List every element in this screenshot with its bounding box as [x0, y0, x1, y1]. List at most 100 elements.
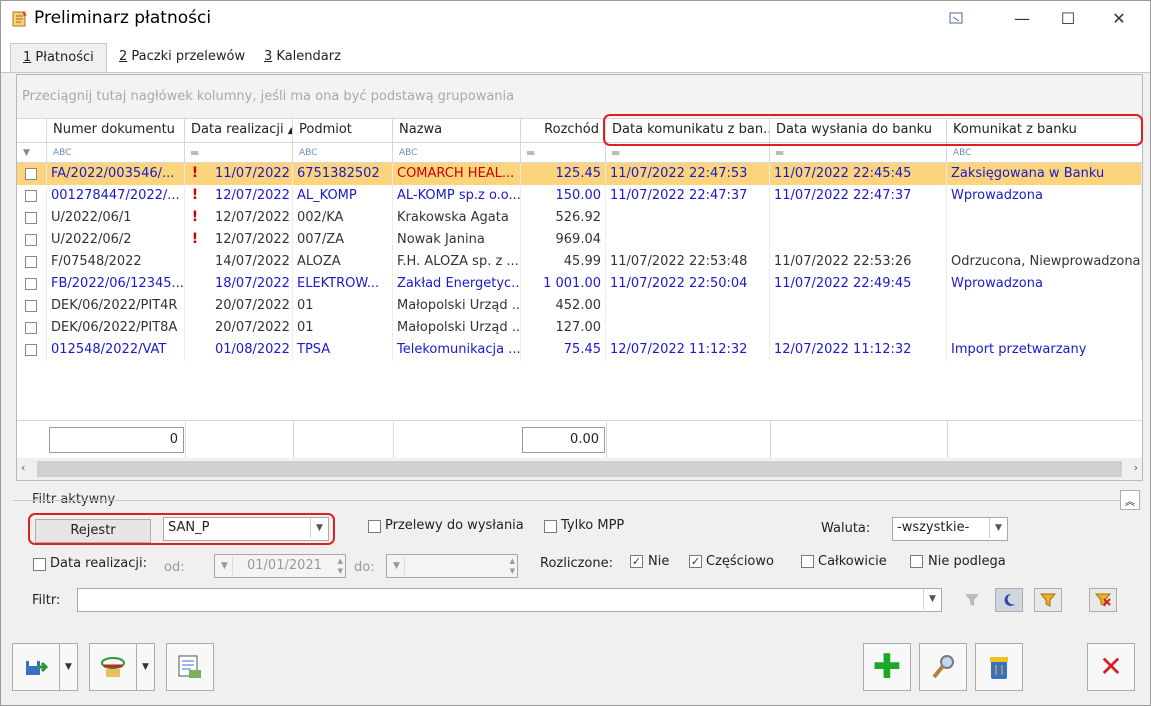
header-data-realizacji[interactable]: Data realizacji ▲	[185, 119, 293, 143]
export-dropdown[interactable]: ▼	[60, 643, 78, 691]
do-date-input[interactable]: ▼ ▲ ▼	[386, 554, 518, 578]
waluta-value: -wszystkie-	[897, 520, 970, 535]
table-row[interactable]: DEK/06/2022/PIT4R 20/07/2022 01 Małopols…	[17, 295, 1142, 317]
cell-data-text: 12/07/2022	[215, 232, 290, 247]
close-button[interactable]: ✕	[1087, 643, 1135, 691]
row-checkbox-cell	[17, 185, 47, 207]
trash-icon	[990, 657, 1008, 679]
scroll-right-icon[interactable]: ›	[1134, 461, 1138, 474]
group-by-area[interactable]: Przeciągnij tutaj nagłówek kolumny, jeśl…	[17, 75, 1142, 119]
table-row[interactable]: 001278447/2022/... ! 12/07/2022 AL_KOMP A…	[17, 185, 1142, 207]
restore-layout-icon[interactable]	[933, 1, 979, 35]
row-checkbox-cell	[17, 317, 47, 339]
filter-equals-icon[interactable]: ═	[521, 143, 606, 163]
tylko-mpp-checkbox[interactable]	[544, 520, 557, 533]
filter-abc-icon[interactable]: ABC	[947, 143, 1142, 163]
row-checkbox[interactable]	[25, 344, 37, 356]
tab-platnosci[interactable]: 1 Płatności	[10, 43, 107, 73]
footer-divider	[293, 421, 294, 459]
cell-data-wyslania: 11/07/2022 22:49:45	[770, 273, 947, 295]
collapse-filter-button[interactable]: ︽	[1120, 490, 1140, 510]
filter-abc-icon[interactable]: ABC	[393, 143, 521, 163]
row-checkbox[interactable]	[25, 190, 37, 202]
horizontal-scrollbar[interactable]: ‹ ›	[17, 458, 1142, 480]
cell-nazwa: Telekomunikacja ...	[393, 339, 521, 361]
filter-equals-icon[interactable]: ═	[185, 143, 293, 163]
calkowicie-label: Całkowicie	[818, 554, 887, 569]
header-checkbox-col[interactable]	[17, 119, 47, 143]
date-dropdown-icon: ▼	[217, 557, 233, 575]
data-realizacji-checkbox[interactable]	[33, 558, 46, 571]
filtr-input[interactable]: ▼	[77, 588, 942, 612]
tab-kalendarz[interactable]: 3 Kalendarz	[252, 43, 353, 73]
maximize-button[interactable]: ☐	[1045, 1, 1091, 35]
czesciowo-checkbox[interactable]: ✓	[689, 555, 702, 568]
table-row[interactable]: DEK/06/2022/PIT8A 20/07/2022 01 Małopols…	[17, 317, 1142, 339]
operations-dropdown[interactable]: ▼	[137, 643, 155, 691]
cell-komunikat: Import przetwarzany	[947, 339, 1142, 361]
calkowicie-checkbox[interactable]	[801, 555, 814, 568]
cell-data-komunikatu: 11/07/2022 22:50:04	[606, 273, 770, 295]
cell-numer: U/2022/06/1	[47, 207, 185, 229]
table-row[interactable]: 012548/2022/VAT 01/08/2022 TPSA Telekomu…	[17, 339, 1142, 361]
operations-button[interactable]	[89, 643, 137, 691]
filter-equals-icon[interactable]: ═	[770, 143, 947, 163]
cell-data-komunikatu	[606, 317, 770, 339]
table-row[interactable]: F/07548/2022 14/07/2022 ALOZA F.H. ALOZA…	[17, 251, 1142, 273]
rozliczone-label: Rozliczone:	[540, 556, 613, 571]
row-checkbox[interactable]	[25, 168, 37, 180]
scrollbar-thumb[interactable]	[37, 461, 1122, 477]
filter-abc-icon[interactable]: ABC	[293, 143, 393, 163]
tab-label: Paczki przelewów	[127, 49, 246, 64]
report-button[interactable]	[166, 643, 214, 691]
table-row[interactable]: FB/2022/06/12345... 18/07/2022 ELEKTROW.…	[17, 273, 1142, 295]
table-row[interactable]: U/2022/06/1 ! 12/07/2022 002/KA Krakowska…	[17, 207, 1142, 229]
row-checkbox[interactable]	[25, 256, 37, 268]
filter-moon-button[interactable]	[995, 588, 1023, 612]
cell-podmiot: 01	[293, 317, 393, 339]
minimize-button[interactable]: —	[999, 1, 1045, 35]
cell-rozchod: 75.45	[521, 339, 606, 361]
cell-nazwa: Nowak Janina	[393, 229, 521, 251]
row-checkbox[interactable]	[25, 278, 37, 290]
row-checkbox-cell	[17, 273, 47, 295]
moon-icon	[1004, 593, 1015, 606]
od-label: od:	[164, 560, 185, 575]
table-row[interactable]: U/2022/06/2 ! 12/07/2022 007/ZA Nowak Jan…	[17, 229, 1142, 251]
nie-podlega-checkbox[interactable]	[910, 555, 923, 568]
filter-funnel-button[interactable]	[958, 588, 986, 612]
waluta-select[interactable]: -wszystkie- ▼	[892, 517, 1008, 541]
row-checkbox[interactable]	[25, 300, 37, 312]
row-checkbox[interactable]	[25, 234, 37, 246]
header-podmiot[interactable]: Podmiot	[293, 119, 393, 143]
delete-button[interactable]	[975, 643, 1023, 691]
cell-podmiot: ALOZA	[293, 251, 393, 273]
cell-data-komunikatu	[606, 207, 770, 229]
scroll-left-icon[interactable]: ‹	[21, 461, 25, 474]
cell-data-text: 12/07/2022	[215, 188, 290, 203]
table-row[interactable]: FA/2022/003546/... ! 11/07/2022 675138250…	[17, 163, 1142, 185]
header-rozchod[interactable]: Rozchód	[521, 119, 606, 143]
przelewy-label: Przelewy do wysłania	[385, 518, 524, 533]
operations-icon	[101, 657, 125, 677]
header-nazwa[interactable]: Nazwa	[393, 119, 521, 143]
filter-equals-icon[interactable]: ═	[606, 143, 770, 163]
data-realizacji-label: Data realizacji:	[50, 556, 147, 571]
add-button[interactable]: ✚	[863, 643, 911, 691]
cell-data-text: 14/07/2022	[215, 254, 290, 269]
close-window-button[interactable]: ✕	[1096, 1, 1142, 35]
row-checkbox[interactable]	[25, 322, 37, 334]
cell-nazwa: AL-KOMP sp.z o.o....	[393, 185, 521, 207]
export-button[interactable]	[12, 643, 60, 691]
row-checkbox[interactable]	[25, 212, 37, 224]
filter-clear-button[interactable]	[1089, 588, 1117, 612]
edit-button[interactable]	[919, 643, 967, 691]
przelewy-checkbox[interactable]	[368, 520, 381, 533]
nie-checkbox[interactable]: ✓	[630, 555, 643, 568]
od-date-input[interactable]: ▼ 01/01/2021 ▲ ▼	[214, 554, 346, 578]
filter-abc-icon[interactable]: ABC	[47, 143, 185, 163]
filter-apply-button[interactable]	[1034, 588, 1062, 612]
header-numer-dokumentu[interactable]: Numer dokumentu	[47, 119, 185, 143]
tab-paczki-przelewow[interactable]: 2 Paczki przelewów	[107, 43, 257, 73]
tab-label: Kalendarz	[272, 49, 341, 64]
